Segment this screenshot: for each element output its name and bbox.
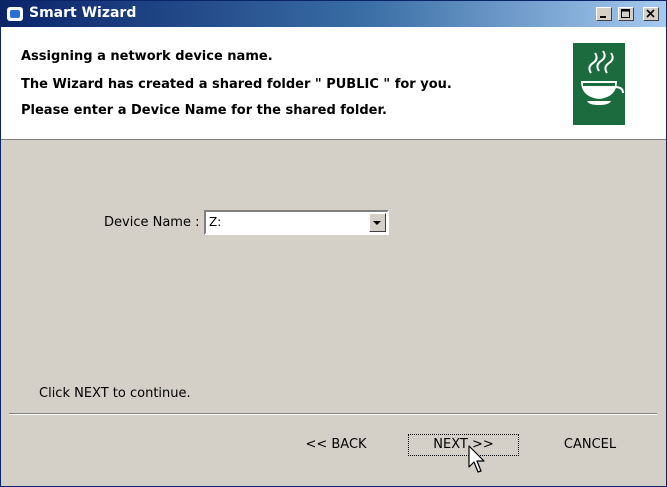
steaming-bowl-logo-icon — [573, 43, 625, 125]
app-icon — [7, 7, 23, 21]
divider — [9, 413, 657, 415]
device-name-value: Z: — [209, 215, 222, 229]
header-line-2: The Wizard has created a shared folder "… — [21, 77, 452, 92]
header-line-3: Please enter a Device Name for the share… — [21, 103, 387, 118]
wizard-body: Device Name : Z: Click NEXT to continue.… — [1, 140, 666, 486]
cancel-button[interactable]: CANCEL — [550, 434, 630, 456]
smart-wizard-window: Smart Wizard Assigning a network device … — [0, 0, 667, 487]
device-name-select[interactable]: Z: — [204, 210, 389, 235]
minimize-button[interactable] — [596, 7, 612, 21]
chevron-down-icon — [373, 221, 381, 225]
header-line-1: Assigning a network device name. — [21, 49, 273, 64]
wizard-header: Assigning a network device name. The Wiz… — [1, 27, 666, 140]
close-button[interactable] — [643, 7, 659, 21]
window-title: Smart Wizard — [29, 5, 137, 21]
minimize-icon — [600, 16, 606, 18]
title-bar[interactable]: Smart Wizard — [1, 1, 666, 27]
close-icon — [646, 9, 655, 18]
mouse-pointer-icon — [468, 445, 485, 473]
device-name-label: Device Name : — [104, 215, 200, 230]
maximize-button[interactable] — [618, 7, 634, 21]
continue-hint: Click NEXT to continue. — [39, 386, 191, 401]
maximize-icon — [621, 9, 630, 18]
back-button[interactable]: << BACK — [293, 434, 379, 456]
dropdown-button[interactable] — [369, 213, 386, 232]
next-button[interactable]: NEXT >> — [408, 434, 519, 456]
